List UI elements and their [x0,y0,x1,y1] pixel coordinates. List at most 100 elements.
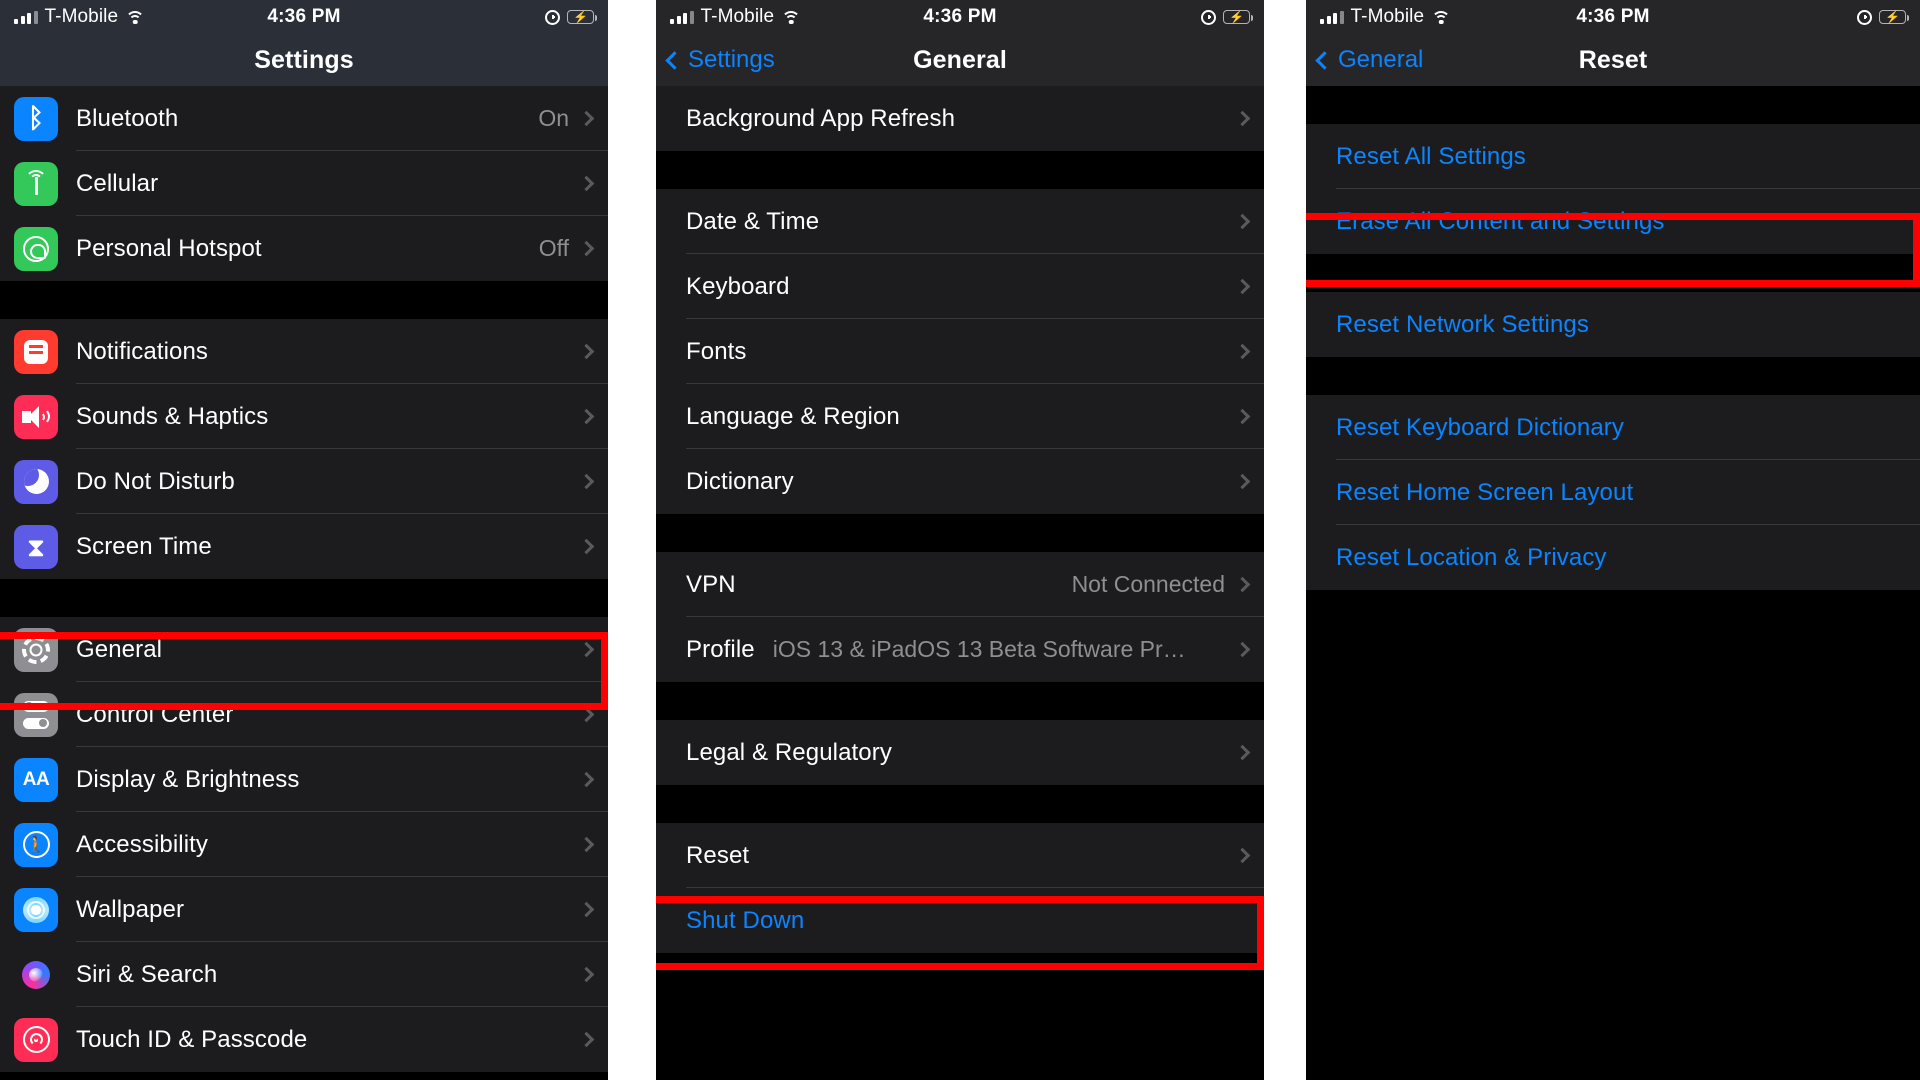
chevron-right-icon [1234,408,1251,425]
list-group: Notifications Sounds & Haptics Do Not Di… [0,319,608,579]
signal-bars-icon [1320,10,1344,24]
chevron-right-icon [578,901,595,918]
row-fonts[interactable]: Fonts [656,319,1264,384]
row-dictionary[interactable]: Dictionary [656,449,1264,514]
screen-time-icon: ⧗ [14,524,58,569]
battery-charging-icon: ⚡ [1223,10,1254,24]
row-vpn[interactable]: VPN Not Connected [656,552,1264,617]
sidebar-item-accessibility[interactable]: Accessibility [0,812,608,877]
sidebar-item-do-not-disturb[interactable]: Do Not Disturb [0,449,608,514]
row-language-region[interactable]: Language & Region [656,384,1264,449]
battery-charging-icon: ⚡ [1879,10,1910,24]
page-title: Reset [1578,45,1648,74]
row-label: Touch ID & Passcode [76,1025,308,1053]
row-erase-all-content-and-settings[interactable]: Erase All Content and Settings [1306,189,1920,254]
status-bar-left: T-Mobile [14,6,145,28]
row-label: Personal Hotspot [76,234,262,262]
row-label: Shut Down [686,906,805,934]
page-title: General [913,45,1007,74]
panel-settings: T-Mobile 4:36 PM ⚡ Settings ᛒ Bluetooth … [0,0,608,1080]
row-profile[interactable]: Profile iOS 13 & iPadOS 13 Beta Software… [656,617,1264,682]
sidebar-item-bluetooth[interactable]: ᛒ Bluetooth On [0,86,608,151]
general-gear-icon [14,627,58,672]
chevron-right-icon [578,110,595,127]
row-label: Profile [686,635,755,663]
list-group: ᛒ Bluetooth On Cellular Personal Hotspot… [0,86,608,281]
row-reset-network-settings[interactable]: Reset Network Settings [1306,292,1920,357]
row-label: Do Not Disturb [76,467,235,495]
back-label: General [1338,46,1424,73]
row-label: Display & Brightness [76,765,300,793]
sidebar-item-display-brightness[interactable]: AA Display & Brightness [0,747,608,812]
chevron-right-icon [578,771,595,788]
sidebar-item-notifications[interactable]: Notifications [0,319,608,384]
row-label: Control Center [76,700,234,728]
sidebar-item-screen-time[interactable]: ⧗ Screen Time [0,514,608,579]
row-value: Off [538,235,569,261]
chevron-left-icon [1315,50,1334,70]
group-spacer [656,682,1264,720]
chevron-right-icon [1234,744,1251,761]
nav-bar-settings: Settings [0,34,608,86]
row-label: Date & Time [686,207,820,235]
row-label: Wallpaper [76,895,185,923]
row-reset-home-screen-layout[interactable]: Reset Home Screen Layout [1306,460,1920,525]
sidebar-item-touch-id-passcode[interactable]: Touch ID & Passcode [0,1007,608,1072]
sidebar-item-control-center[interactable]: Control Center [0,682,608,747]
personal-hotspot-icon [14,226,58,271]
back-button-general[interactable]: General [1315,34,1424,86]
status-bar-left: T-Mobile [670,6,801,28]
back-button-settings[interactable]: Settings [665,34,775,86]
chevron-right-icon [578,641,595,658]
status-bar: T-Mobile 4:36 PM ⚡ [0,0,608,34]
chevron-right-icon [578,706,595,723]
list-group: Reset Network Settings [1306,292,1920,357]
battery-charging-icon: ⚡ [567,10,598,24]
row-reset-all-settings[interactable]: Reset All Settings [1306,124,1920,189]
row-background-app-refresh[interactable]: Background App Refresh [656,86,1264,151]
row-shut-down[interactable]: Shut Down [656,888,1264,953]
status-bar-left: T-Mobile [1320,6,1451,28]
notifications-icon [14,329,58,374]
chevron-right-icon [578,473,595,490]
group-spacer [656,514,1264,552]
status-bar-right: ⚡ [1201,9,1254,25]
sidebar-item-siri-search[interactable]: Siri & Search [0,942,608,1007]
chevron-right-icon [1234,213,1251,230]
row-keyboard[interactable]: Keyboard [656,254,1264,319]
row-label: Legal & Regulatory [686,738,892,766]
list-group: Reset Shut Down [656,823,1264,953]
row-reset-keyboard-dictionary[interactable]: Reset Keyboard Dictionary [1306,395,1920,460]
wifi-icon [1431,10,1451,25]
row-label: General [76,635,163,663]
alarm-clock-icon [1857,9,1872,25]
chevron-right-icon [1234,110,1251,127]
sidebar-item-general[interactable]: General [0,617,608,682]
row-reset[interactable]: Reset [656,823,1264,888]
sidebar-item-sounds-haptics[interactable]: Sounds & Haptics [0,384,608,449]
touch-id-icon [14,1017,58,1062]
row-date-time[interactable]: Date & Time [656,189,1264,254]
row-label: Sounds & Haptics [76,402,269,430]
panel-reset: T-Mobile 4:36 PM ⚡ General Reset Reset A… [1306,0,1920,1080]
signal-bars-icon [14,10,38,24]
chevron-right-icon [578,240,595,257]
sidebar-item-wallpaper[interactable]: Wallpaper [0,877,608,942]
sidebar-item-cellular[interactable]: Cellular [0,151,608,216]
chevron-right-icon [578,343,595,360]
group-spacer [1306,86,1920,124]
control-center-icon [14,692,58,737]
row-reset-location-privacy[interactable]: Reset Location & Privacy [1306,525,1920,590]
chevron-right-icon [1234,576,1251,593]
status-bar-right: ⚡ [545,9,598,25]
sidebar-item-personal-hotspot[interactable]: Personal Hotspot Off [0,216,608,281]
chevron-right-icon [1234,343,1251,360]
chevron-left-icon [665,50,684,70]
chevron-right-icon [1234,847,1251,864]
group-spacer [656,151,1264,189]
chevron-right-icon [1234,473,1251,490]
row-label: Reset Location & Privacy [1336,543,1607,571]
chevron-right-icon [578,408,595,425]
row-legal-regulatory[interactable]: Legal & Regulatory [656,720,1264,785]
chevron-right-icon [578,175,595,192]
